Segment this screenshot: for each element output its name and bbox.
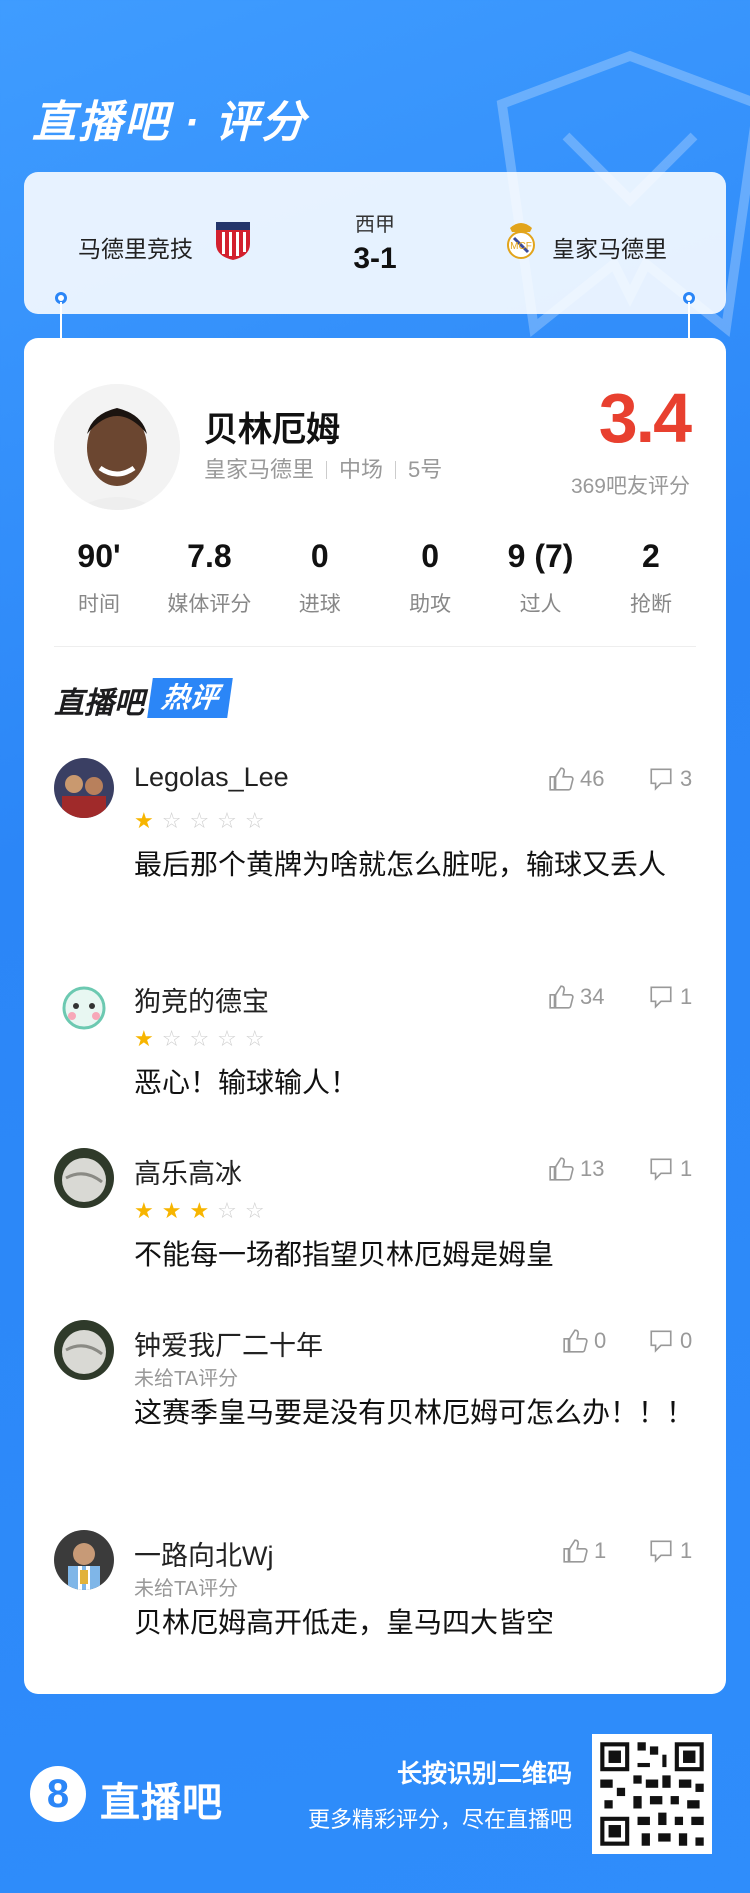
reply-button[interactable]: 1 bbox=[648, 984, 692, 1010]
footer-brand-name: 直播吧 bbox=[100, 1781, 223, 1825]
comment-bubble-icon bbox=[650, 1540, 672, 1563]
thumbs-up-icon bbox=[549, 767, 574, 791]
svg-text:MCF: MCF bbox=[510, 241, 532, 252]
comment-text: 不能每一场都指望贝林厄姆是姆皇 bbox=[134, 1239, 555, 1270]
hot-comments-brand: 直播吧 bbox=[54, 687, 144, 720]
user-avatar[interactable] bbox=[54, 758, 114, 818]
thumbs-up-icon bbox=[549, 1157, 574, 1181]
qr-code[interactable] bbox=[592, 1734, 712, 1854]
thumbs-up-icon bbox=[563, 1329, 588, 1353]
qr-subtitle: 更多精彩评分，尽在直播吧 bbox=[307, 1807, 572, 1832]
stat-media-rating: 7.8 媒体评分 bbox=[167, 538, 252, 616]
user-avatar[interactable] bbox=[54, 1320, 114, 1380]
reply-button[interactable]: 0 bbox=[648, 1328, 692, 1354]
stat-assists: 0 助攻 bbox=[409, 538, 452, 616]
user-avatar[interactable] bbox=[54, 976, 114, 1036]
away-team-name: 皇家马德里 bbox=[552, 236, 667, 262]
qr-code-icon bbox=[592, 1734, 712, 1854]
player-rating: 3.4 bbox=[598, 379, 692, 457]
brand-8-logo-icon: 8 bbox=[30, 1766, 86, 1822]
divider bbox=[54, 646, 696, 647]
comment-username[interactable]: 高乐高冰 bbox=[134, 1152, 242, 1191]
like-button[interactable]: 1 bbox=[562, 1538, 606, 1564]
stat-time: 90' 时间 bbox=[77, 538, 121, 616]
thumbs-up-icon bbox=[563, 1539, 588, 1563]
stat-tackles: 2 抢断 bbox=[629, 538, 672, 616]
player-number: 5号 bbox=[408, 457, 443, 482]
like-button[interactable]: 0 bbox=[562, 1328, 606, 1354]
stat-goals: 0 进球 bbox=[298, 538, 341, 616]
comment-username[interactable]: 钟爱我厂二十年 bbox=[134, 1324, 323, 1363]
player-stats: 90' 时间 7.8 媒体评分 0 进球 0 助攻 9 (7) 过人 2 抢断 bbox=[44, 534, 706, 644]
hot-comments-tag: 热评 bbox=[147, 678, 233, 718]
user-avatar[interactable] bbox=[54, 1148, 114, 1208]
comment-username[interactable]: 狗竞的德宝 bbox=[134, 980, 269, 1019]
player-meta: 皇家马德里 中场 5号 bbox=[204, 452, 442, 484]
player-position: 中场 bbox=[339, 457, 384, 482]
like-button[interactable]: 34 bbox=[548, 984, 604, 1010]
comment-star-rating: ★★★☆☆ bbox=[134, 1198, 273, 1223]
player-avatar bbox=[54, 384, 180, 510]
comment-bubble-icon bbox=[650, 986, 672, 1009]
comment-text: 恶心！输球输人！ bbox=[134, 1067, 359, 1098]
hot-comments-title: 直播吧 热评 bbox=[54, 678, 233, 726]
user-avatar[interactable] bbox=[54, 1530, 114, 1590]
rating-count: 369吧友评分 bbox=[570, 475, 690, 498]
like-button[interactable]: 13 bbox=[548, 1156, 604, 1182]
comment-username[interactable]: Legolas_Lee bbox=[134, 762, 289, 793]
reply-button[interactable]: 1 bbox=[648, 1156, 692, 1182]
page-title: 直播吧 · 评分 bbox=[32, 98, 308, 147]
comment-text: 最后那个黄牌为啥就怎么脏呢，输球又丢人 bbox=[134, 849, 667, 880]
comment-username[interactable]: 一路向北Wj bbox=[134, 1534, 273, 1573]
reply-button[interactable]: 3 bbox=[648, 766, 692, 792]
comment-bubble-icon bbox=[650, 1330, 672, 1353]
player-rating-card: 贝林厄姆 皇家马德里 中场 5号 3.4 369吧友评分 90' 时间 7.8 媒体… bbox=[24, 338, 726, 1694]
comment-star-rating: ★☆☆☆☆ bbox=[134, 808, 273, 833]
real-madrid-crest-icon: MCF bbox=[507, 223, 535, 259]
thumbs-up-icon bbox=[549, 985, 574, 1009]
player-name: 贝林厄姆 bbox=[204, 411, 340, 449]
reply-button[interactable]: 1 bbox=[648, 1538, 692, 1564]
match-header: 马德里竞技 西甲 3-1 MCF 皇家马德里 bbox=[24, 172, 726, 314]
comment-bubble-icon bbox=[650, 1158, 672, 1181]
comment-unrated-label: 未给TA评分 bbox=[134, 1578, 239, 1600]
comment-text: 贝林厄姆高开低走，皇马四大皆空 bbox=[134, 1607, 555, 1638]
comment-unrated-label: 未给TA评分 bbox=[134, 1368, 239, 1390]
player-team: 皇家马德里 bbox=[204, 457, 315, 482]
comment-star-rating: ★☆☆☆☆ bbox=[134, 1026, 273, 1051]
stat-dribbles: 9 (7) 过人 bbox=[507, 538, 574, 616]
comment-bubble-icon bbox=[650, 768, 672, 791]
comment-text: 这赛季皇马要是没有贝林厄姆可怎么办！！！ bbox=[134, 1397, 695, 1428]
qr-title: 长按识别二维码 bbox=[396, 1760, 572, 1788]
like-button[interactable]: 46 bbox=[548, 766, 604, 792]
